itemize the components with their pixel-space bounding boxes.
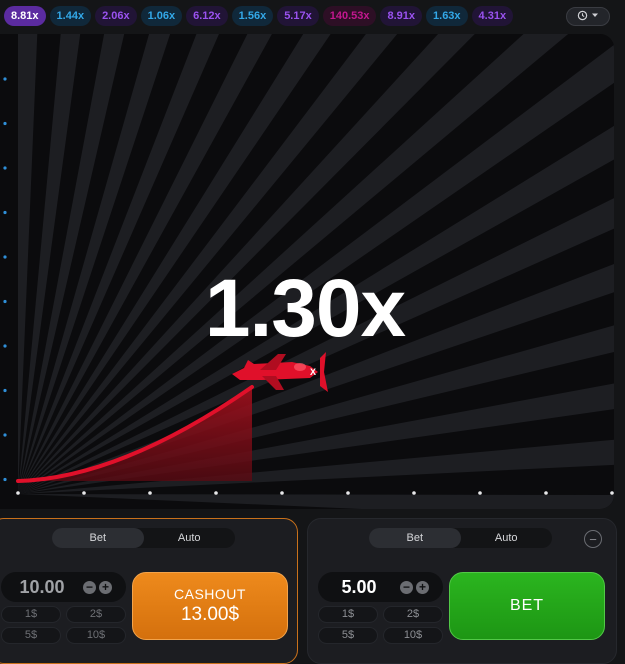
y-axis-dot (3, 210, 7, 215)
minus-button[interactable]: − (83, 580, 96, 594)
quick-amounts: 1$ 2$ 5$ 10$ (1, 606, 126, 644)
bet-button[interactable]: BET (449, 572, 605, 640)
x-axis-dot (16, 491, 20, 495)
x-axis-dot (214, 491, 218, 495)
current-multiplier: 1.30x (204, 263, 406, 354)
y-axis-dot (3, 477, 7, 482)
cashout-button[interactable]: CASHOUT 13.00$ (132, 572, 288, 640)
y-axis-dot (3, 77, 7, 81)
plus-button[interactable]: + (99, 580, 112, 594)
multiplier-history-pill: 1.06x (140, 6, 183, 26)
multiplier-history-list: 8.81x 1.44x 2.06x 1.06x 6.12x 1.56x 5.17x 140.5… (4, 6, 514, 26)
bet-panel-2: Bet Auto − 5.00 − + 1$ 2$ 5$ 10$ BET (307, 518, 617, 664)
bet-mode-tabs: Bet Auto (52, 528, 235, 548)
multiplier-history-pill: 8.91x (380, 6, 423, 26)
plus-button[interactable]: + (416, 580, 429, 594)
history-icon (577, 10, 588, 24)
multiplier-history-pill: 1.56x (231, 6, 274, 26)
multiplier-history-pill: 140.53x (322, 6, 377, 26)
quick-amount-button[interactable]: 2$ (66, 606, 126, 623)
quick-amount-button[interactable]: 2$ (383, 606, 443, 623)
stake-stepper: 10.00 − + (1, 572, 126, 602)
multiplier-history-pill: 6.12x (186, 6, 228, 26)
minus-button[interactable]: − (400, 580, 413, 594)
x-axis-dot (610, 491, 614, 495)
bet-mode-tabs: Bet Auto (369, 528, 552, 548)
minus-icon: − (589, 531, 597, 547)
bet-label: BET (509, 597, 545, 614)
multiplier-history-pill: 2.06x (95, 6, 137, 26)
stake-input[interactable]: 5.00 (318, 577, 400, 598)
tab-auto[interactable]: Auto (461, 528, 553, 548)
x-axis-dot (82, 491, 86, 495)
multiplier-history-pill: 4.31x (471, 6, 514, 26)
stake-stepper: 5.00 − + (318, 572, 443, 602)
remove-panel-button[interactable]: − (584, 530, 602, 548)
y-axis-dot (3, 121, 7, 126)
x-axis-dot (478, 491, 482, 495)
history-button[interactable] (566, 7, 610, 26)
multiplier-history-pill: 1.44x (49, 6, 92, 26)
bet-panel-1: Bet Auto 10.00 − + 1$ 2$ 5$ 10$ CASHOUT … (0, 518, 298, 664)
quick-amount-button[interactable]: 1$ (1, 606, 61, 623)
quick-amount-button[interactable]: 10$ (66, 627, 126, 644)
x-axis-dot (148, 491, 152, 495)
chevron-down-icon (591, 11, 599, 22)
x-axis-dot (412, 491, 416, 495)
tab-bet[interactable]: Bet (369, 528, 461, 548)
x-axis-dot (544, 491, 548, 495)
y-axis-dot (3, 166, 7, 170)
multiplier-history-bar: 8.81x 1.44x 2.06x 1.06x 6.12x 1.56x 5.17x 140.5… (0, 0, 625, 34)
cashout-label: CASHOUT (174, 586, 246, 602)
multiplier-history-pill: 8.81x (4, 6, 46, 26)
quick-amount-button[interactable]: 1$ (318, 606, 378, 623)
quick-amount-button[interactable]: 5$ (1, 627, 61, 644)
multiplier-history-pill: 1.63x (426, 6, 468, 26)
svg-text:X: X (310, 367, 316, 377)
multiplier-history-pill: 5.17x (277, 6, 319, 26)
quick-amount-button[interactable]: 10$ (383, 627, 443, 644)
y-axis-dot (3, 255, 7, 259)
cashout-amount: 13.00$ (180, 604, 240, 625)
x-axis-dot (346, 491, 350, 495)
y-axis-dot (3, 344, 7, 348)
y-axis-dot (3, 433, 7, 437)
y-axis-dot (3, 388, 7, 393)
y-axis-dot (3, 299, 7, 304)
tab-bet[interactable]: Bet (52, 528, 144, 548)
tab-auto[interactable]: Auto (144, 528, 236, 548)
x-axis-dot (280, 491, 284, 495)
stake-input[interactable]: 10.00 (1, 577, 83, 598)
game-canvas: X 1.30x (0, 34, 614, 509)
quick-amount-button[interactable]: 5$ (318, 627, 378, 644)
quick-amounts: 1$ 2$ 5$ 10$ (318, 606, 443, 644)
